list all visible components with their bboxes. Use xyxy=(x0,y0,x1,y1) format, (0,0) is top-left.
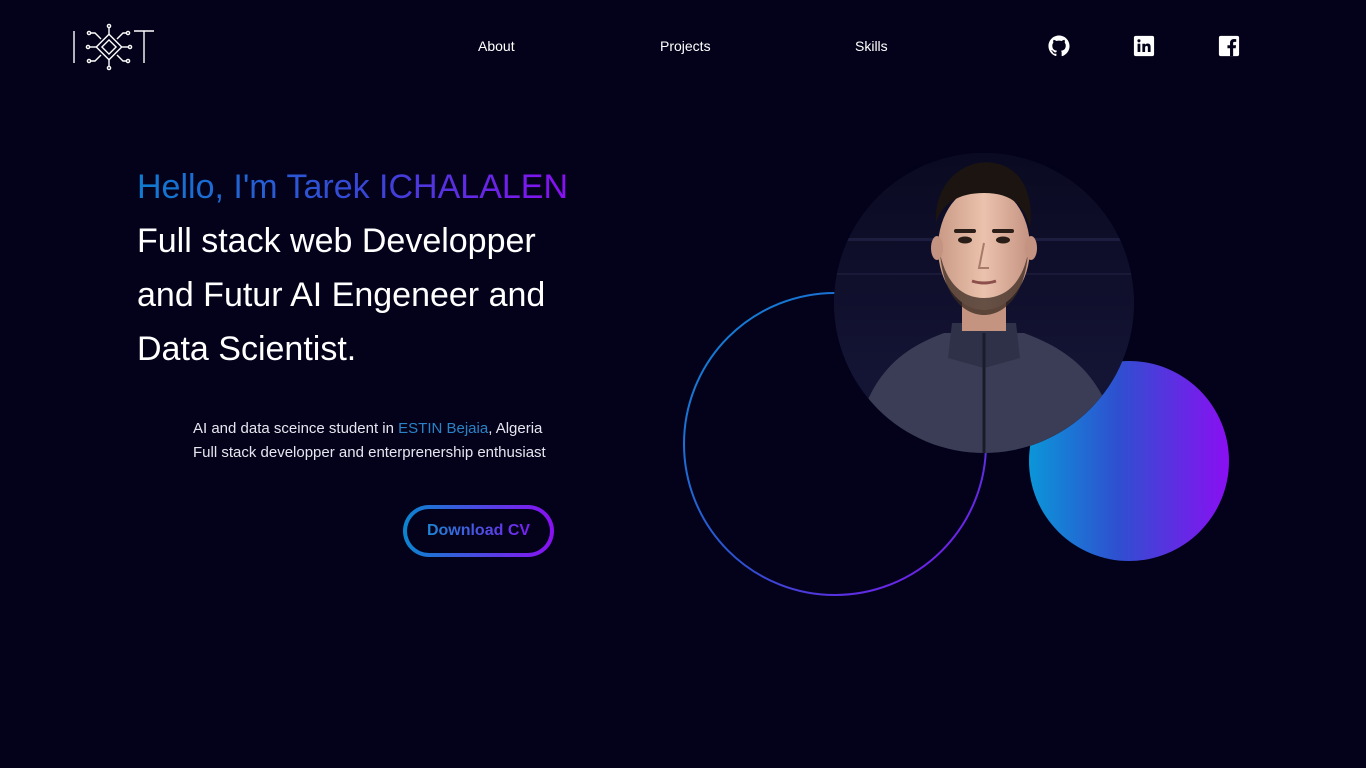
profile-photo xyxy=(834,153,1134,453)
hero-role-line: and Futur AI Engeneer and xyxy=(137,276,546,314)
facebook-icon[interactable] xyxy=(1218,35,1240,57)
download-cv-button-inner[interactable]: Download CV xyxy=(407,509,550,553)
description-text: AI and data sceince student in xyxy=(193,420,399,437)
nav-about-link[interactable]: About xyxy=(478,38,515,54)
github-icon[interactable] xyxy=(1048,35,1070,57)
linkedin-icon[interactable] xyxy=(1133,35,1155,57)
portrait-illustration xyxy=(834,153,1134,453)
hero-role-line: Data Scientist. xyxy=(137,330,357,368)
portfolio-page: About Projects Skills Hello, I'm Tarek I… xyxy=(0,0,1366,768)
download-cv-label: Download CV xyxy=(426,522,531,539)
hero-role-line: Full stack web Developper xyxy=(137,222,536,260)
nav-projects-link[interactable]: Projects xyxy=(660,38,711,54)
hero-description-line-2: Full stack developper and enterprenershi… xyxy=(193,444,546,461)
hero-greeting: Hello, I'm Tarek ICHALALEN xyxy=(137,168,569,206)
nav-skills-link[interactable]: Skills xyxy=(855,38,888,54)
iot-logo[interactable] xyxy=(70,22,156,72)
description-text: , Algeria xyxy=(488,420,543,437)
download-cv-button[interactable]: Download CV xyxy=(403,505,554,557)
hero-description-line-1: AI and data sceince student in ESTIN Bej… xyxy=(193,420,542,438)
estin-link[interactable]: ESTIN Bejaia xyxy=(398,420,488,437)
